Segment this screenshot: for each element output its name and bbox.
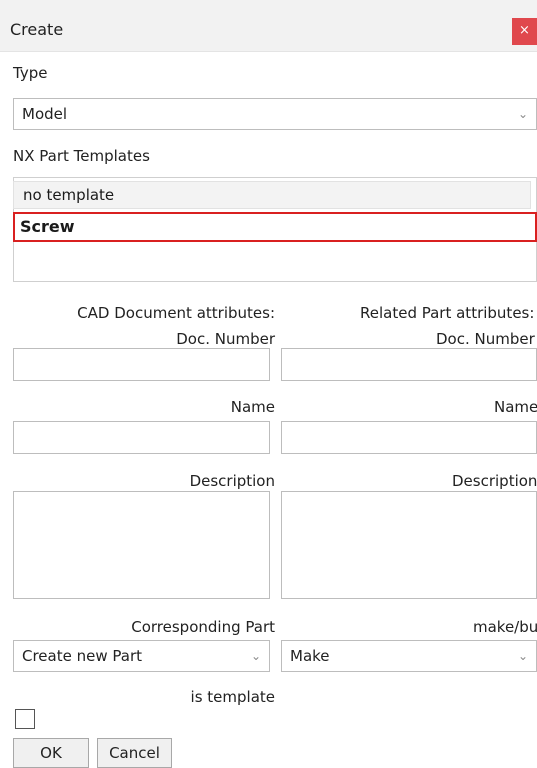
cad-description-label: Description [189, 472, 275, 490]
ok-button[interactable]: OK [13, 738, 89, 768]
is-template-label: is template [190, 688, 275, 706]
close-icon: × [519, 23, 530, 38]
related-doc-number-label: Doc. Number [436, 330, 535, 348]
related-name-input[interactable] [281, 421, 537, 454]
corresponding-part-select[interactable]: Create new Part ⌄ [13, 640, 270, 672]
cad-attributes-header: CAD Document attributes: [77, 304, 275, 322]
related-description-textarea[interactable] [281, 491, 537, 599]
related-description-label: Description [452, 472, 537, 490]
chevron-down-icon: ⌄ [517, 107, 528, 121]
cad-doc-number-input[interactable] [13, 348, 270, 381]
type-select[interactable]: Model ⌄ [13, 98, 537, 130]
cad-name-input[interactable] [13, 421, 270, 454]
is-template-checkbox[interactable] [15, 709, 35, 729]
type-label: Type [13, 64, 48, 82]
corresponding-part-label: Corresponding Part [131, 618, 275, 636]
template-item-no-template[interactable]: no template [13, 181, 531, 209]
related-name-label: Name [494, 398, 537, 416]
cad-description-textarea[interactable] [13, 491, 270, 599]
templates-label: NX Part Templates [13, 147, 150, 165]
window-title: Create [10, 20, 64, 39]
corresponding-part-value: Create new Part [22, 647, 142, 665]
make-buy-value: Make [290, 647, 330, 665]
related-attributes-header: Related Part attributes: [360, 304, 535, 322]
chevron-down-icon: ⌄ [250, 649, 261, 663]
title-bar [0, 0, 537, 52]
related-doc-number-input[interactable] [281, 348, 537, 381]
type-select-value: Model [22, 105, 68, 123]
close-button[interactable]: × [512, 18, 537, 45]
cancel-button[interactable]: Cancel [97, 738, 172, 768]
cad-name-label: Name [230, 398, 275, 416]
make-buy-select[interactable]: Make ⌄ [281, 640, 537, 672]
cad-doc-number-label: Doc. Number [176, 330, 275, 348]
make-buy-label: make/buy [473, 618, 537, 636]
template-item-screw[interactable]: Screw [13, 212, 537, 242]
chevron-down-icon: ⌄ [517, 649, 528, 663]
